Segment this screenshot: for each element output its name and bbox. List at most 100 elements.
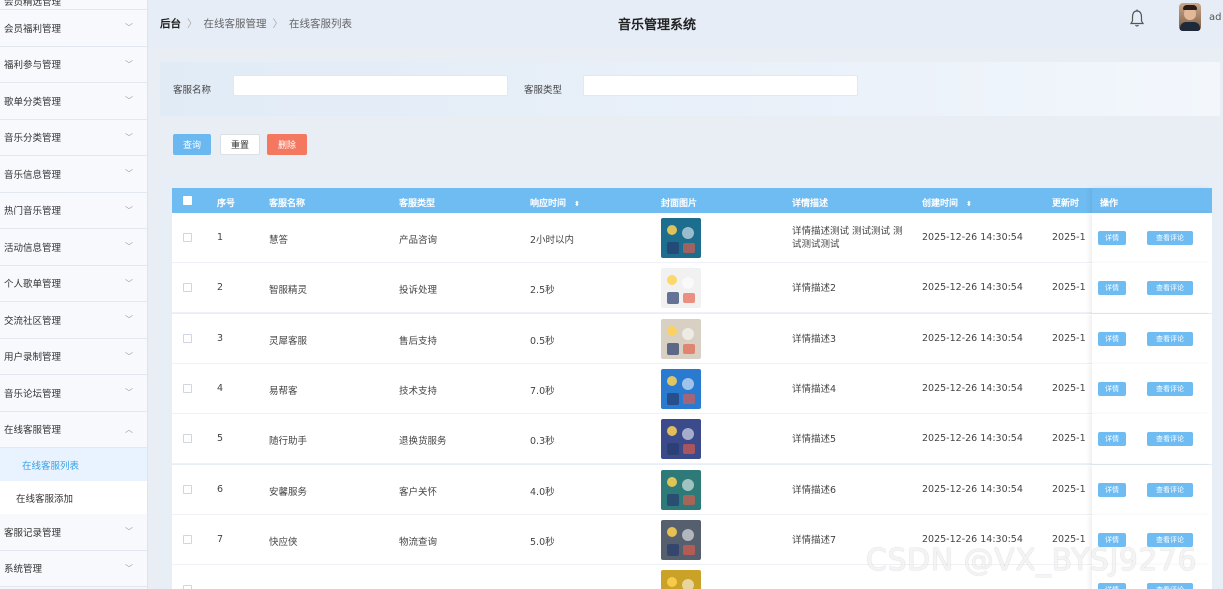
- cell-updated: 2025-1: [1052, 433, 1086, 445]
- cover-image[interactable]: [661, 318, 701, 359]
- detail-button[interactable]: 详情: [1098, 231, 1126, 245]
- service-type-input[interactable]: [583, 75, 858, 96]
- detail-button[interactable]: 详情: [1098, 331, 1126, 346]
- chevron-down-icon: ﹀: [125, 23, 133, 33]
- breadcrumb-home[interactable]: 后台: [160, 16, 181, 31]
- view-comments-button[interactable]: 查看评论: [1147, 381, 1193, 396]
- ops-cell: 详情 查看评论: [1092, 464, 1212, 515]
- header-response[interactable]: 响应时间 ⬍: [530, 196, 580, 209]
- sidebar-item[interactable]: 热门音乐管理 ﹀: [0, 192, 147, 229]
- detail-button[interactable]: 详情: [1098, 432, 1126, 447]
- sidebar-item-label: 在线客服管理: [4, 425, 62, 437]
- header-ops-column: 操作: [1092, 188, 1212, 213]
- sort-icon[interactable]: ⬍: [966, 200, 972, 208]
- sidebar-item[interactable]: 会员精选管理 ﹀: [0, 0, 147, 10]
- sidebar-item-label: 客服记录管理: [4, 527, 62, 539]
- row-checkbox[interactable]: [183, 585, 192, 589]
- detail-button[interactable]: 详情: [1098, 583, 1126, 589]
- sidebar-item[interactable]: 音乐分类管理 ﹀: [0, 119, 147, 156]
- chevron-down-icon: ﹀: [125, 351, 133, 361]
- breadcrumb-separator: 〉: [272, 18, 284, 30]
- cover-image[interactable]: [661, 218, 701, 258]
- user-name[interactable]: ad: [1209, 12, 1221, 23]
- sidebar-item[interactable]: 用户录制管理 ﹀: [0, 338, 147, 375]
- cell-type: 物流查询: [399, 536, 438, 548]
- row-checkbox[interactable]: [183, 383, 192, 393]
- cover-image[interactable]: [661, 268, 701, 309]
- chevron-down-icon: ﹀: [125, 205, 133, 215]
- chevron-down-icon: ﹀: [125, 59, 133, 69]
- chevron-down-icon: ﹀: [125, 96, 133, 106]
- chevron-down-icon: ﹀: [125, 315, 133, 325]
- cover-image[interactable]: [661, 519, 701, 560]
- cell-name: 快应侠: [269, 536, 298, 548]
- reset-button[interactable]: 重置: [220, 134, 260, 155]
- cover-image[interactable]: [661, 419, 701, 460]
- sort-icon[interactable]: ⬍: [574, 200, 580, 208]
- select-all-checkbox[interactable]: [183, 196, 192, 205]
- view-comments-button[interactable]: 查看评论: [1147, 281, 1193, 296]
- sidebar-item[interactable]: 个人歌单管理 ﹀: [0, 265, 147, 302]
- bell-icon[interactable]: [1129, 9, 1145, 29]
- table-header: 序号 客服名称 客服类型 响应时间 ⬍ 封面图片 详情描述 创建时间 ⬍ 更新时 操…: [172, 188, 1212, 213]
- sidebar-item[interactable]: 音乐论坛管理 ﹀: [0, 375, 147, 412]
- header-ops: 操作: [1100, 199, 1119, 209]
- chevron-down-icon: ﹀: [125, 527, 133, 537]
- cover-image[interactable]: [661, 368, 701, 409]
- row-checkbox[interactable]: [183, 484, 192, 494]
- sidebar-item[interactable]: 活动信息管理 ﹀: [0, 229, 147, 266]
- sidebar-item[interactable]: 福利参与管理 ﹀: [0, 46, 147, 83]
- cell-desc: 详情描述4: [792, 383, 837, 395]
- view-comments-button[interactable]: 查看评论: [1147, 583, 1193, 589]
- sidebar-item[interactable]: 系统管理 ﹀: [0, 550, 147, 587]
- detail-button[interactable]: 详情: [1098, 381, 1126, 396]
- row-checkbox[interactable]: [183, 233, 192, 242]
- cell-response: 7.0秒: [530, 385, 555, 397]
- cell-updated: 2025-1: [1052, 332, 1086, 344]
- header-cover: 封面图片: [661, 199, 698, 209]
- cover-image[interactable]: [661, 570, 701, 589]
- detail-button[interactable]: 详情: [1098, 482, 1126, 497]
- sidebar-item[interactable]: 歌单分类管理 ﹀: [0, 83, 147, 120]
- view-comments-button[interactable]: 查看评论: [1147, 331, 1193, 346]
- cover-image[interactable]: [661, 469, 701, 510]
- table-row: 3 灵犀客服 售后支持 0.5秒 详情描述3 2025-12-26 14:30:54 202…: [172, 313, 1212, 364]
- header-index: 序号: [217, 199, 236, 209]
- cell-index: 3: [217, 332, 224, 344]
- sidebar-item[interactable]: 交流社区管理 ﹀: [0, 302, 147, 339]
- sidebar-subitem[interactable]: 在线客服列表: [0, 448, 147, 481]
- sidebar-item[interactable]: 会员福利管理 ﹀: [0, 10, 147, 47]
- row-checkbox[interactable]: [183, 434, 192, 444]
- sidebar-item[interactable]: 在线客服管理 ︿: [0, 411, 147, 448]
- breadcrumb-current: 在线客服列表: [289, 18, 352, 30]
- table-row: 6 安馨服务 客户关怀 4.0秒 详情描述6 2025-12-26 14:30:54 202…: [172, 464, 1212, 515]
- view-comments-button[interactable]: 查看评论: [1147, 432, 1193, 447]
- service-name-input[interactable]: [233, 75, 508, 96]
- cell-name: 智服精灵: [269, 285, 308, 297]
- sidebar-item-label: 音乐论坛管理: [4, 388, 62, 400]
- sidebar-item[interactable]: 客服记录管理 ﹀: [0, 514, 147, 551]
- sidebar-subitem[interactable]: 在线客服添加: [0, 481, 147, 514]
- cell-type: 投诉处理: [399, 285, 438, 297]
- ops-cell: 详情 查看评论: [1092, 313, 1212, 364]
- sidebar-item[interactable]: 音乐信息管理 ﹀: [0, 156, 147, 193]
- view-comments-button[interactable]: 查看评论: [1147, 482, 1193, 497]
- breadcrumb-section[interactable]: 在线客服管理: [204, 16, 267, 31]
- cell-type: 产品咨询: [399, 235, 438, 246]
- view-comments-button[interactable]: 查看评论: [1147, 231, 1193, 245]
- row-checkbox[interactable]: [183, 283, 192, 293]
- detail-button[interactable]: 详情: [1098, 281, 1126, 296]
- cell-response: 4.0秒: [530, 486, 555, 498]
- cell-type: 退换货服务: [399, 436, 447, 448]
- delete-button[interactable]: 删除: [267, 134, 307, 155]
- row-checkbox[interactable]: [183, 333, 192, 343]
- query-button[interactable]: 查询: [173, 134, 211, 155]
- cell-name: 慧答: [269, 235, 289, 246]
- avatar[interactable]: [1179, 3, 1201, 31]
- row-checkbox[interactable]: [183, 534, 192, 544]
- header-created[interactable]: 创建时间 ⬍: [922, 196, 972, 209]
- sidebar-item-label: 音乐分类管理: [4, 133, 62, 145]
- sidebar: 会员精选管理 ﹀ 会员福利管理 ﹀ 福利参与管理 ﹀ 歌单分类管理 ﹀ 音乐分类管理 ﹀ 音乐信息管…: [0, 0, 148, 589]
- sidebar-item-label: 系统管理: [4, 564, 43, 576]
- header-name: 客服名称: [269, 199, 306, 209]
